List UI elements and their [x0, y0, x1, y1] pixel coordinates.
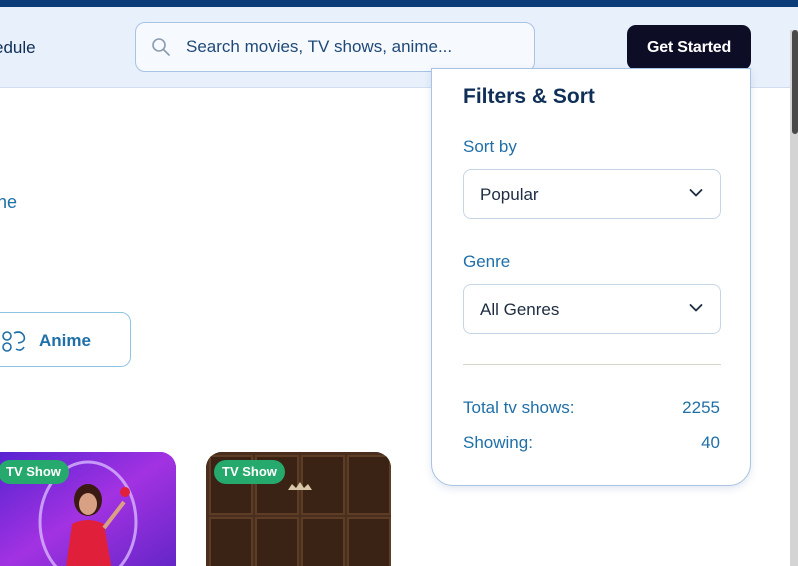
genre-select-value: All Genres: [480, 300, 560, 319]
showing-label: Showing:: [463, 433, 533, 452]
search-input[interactable]: [186, 23, 526, 71]
filters-title: Filters & Sort: [463, 85, 595, 108]
anime-icon: [2, 331, 26, 352]
category-chip-label: Anime: [39, 331, 91, 350]
top-accent-strip: [0, 0, 798, 7]
category-link[interactable]: ne: [0, 192, 17, 213]
filters-panel: Filters & Sort Sort by Popular Genre All…: [431, 68, 751, 486]
divider: [463, 364, 721, 365]
showing-value: 40: [701, 433, 720, 452]
sort-select-value: Popular: [480, 185, 539, 204]
show-card[interactable]: TV Show: [0, 452, 176, 566]
category-chip-anime[interactable]: Anime: [0, 312, 131, 367]
genre-label: Genre: [463, 252, 511, 271]
scrollbar-thumb[interactable]: [792, 30, 798, 134]
sort-select[interactable]: Popular: [463, 169, 721, 219]
total-label: Total tv shows:: [463, 398, 575, 417]
genre-select[interactable]: All Genres: [463, 284, 721, 334]
get-started-button[interactable]: Get Started: [627, 25, 751, 70]
media-type-badge: TV Show: [214, 460, 285, 484]
nav-item-schedule[interactable]: edule: [0, 38, 36, 58]
show-card[interactable]: TV Show: [206, 452, 391, 566]
chevron-down-icon: [689, 304, 703, 312]
search-bar[interactable]: [135, 22, 535, 72]
search-icon: [152, 38, 170, 56]
media-type-badge: TV Show: [0, 460, 69, 484]
total-value: 2255: [682, 398, 720, 417]
chevron-down-icon: [689, 189, 703, 197]
sort-label: Sort by: [463, 137, 517, 156]
